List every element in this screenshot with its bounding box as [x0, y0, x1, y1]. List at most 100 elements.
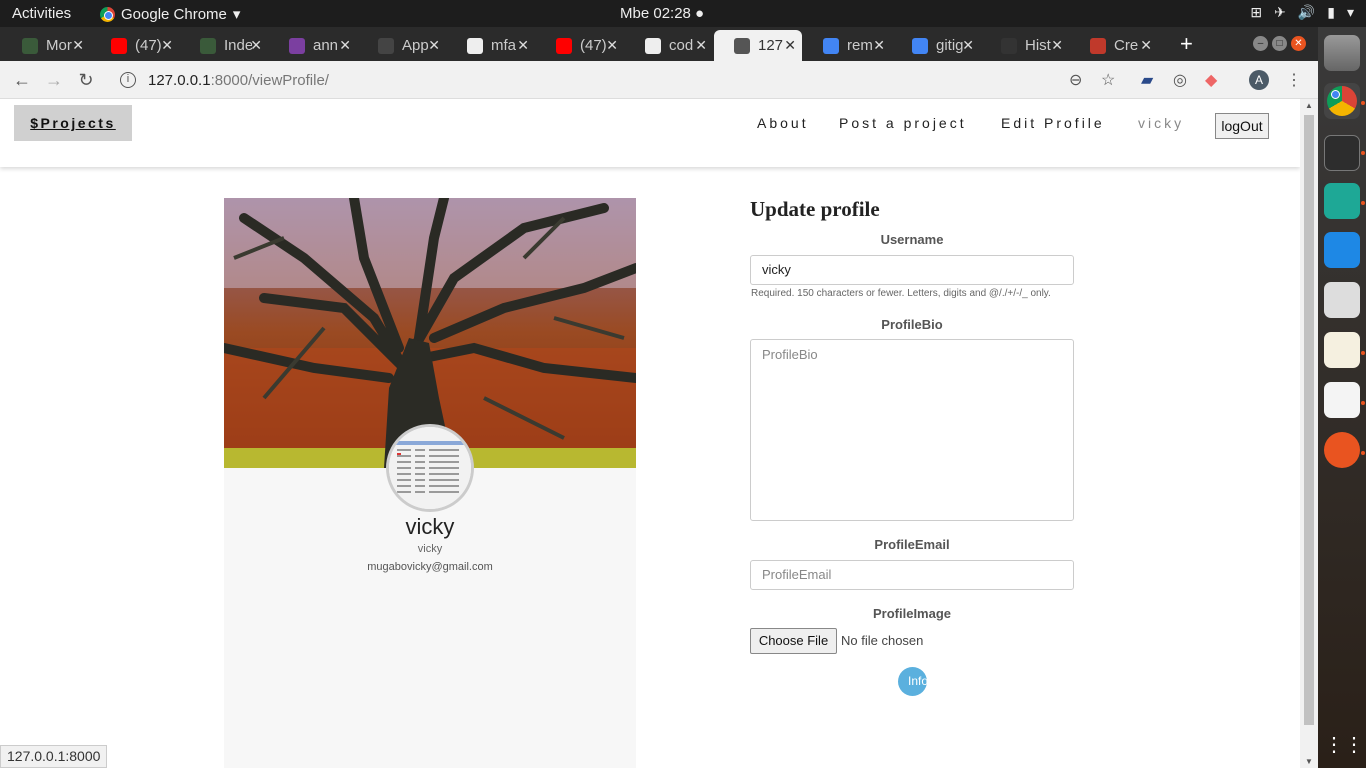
vscode-icon[interactable] — [1324, 232, 1360, 268]
document-viewer-icon[interactable] — [1324, 382, 1360, 418]
favicon-icon — [1090, 37, 1106, 54]
favicon-icon — [734, 37, 750, 54]
tab-title: ann — [313, 37, 339, 54]
browser-tab[interactable]: App ✕ — [358, 30, 446, 61]
system-tray[interactable]: ⊞ ✈ 🔊 ▮ ▾ — [1250, 4, 1354, 21]
browser-tab[interactable]: Mor ✕ — [2, 30, 90, 61]
close-tab-icon[interactable]: ✕ — [962, 37, 974, 54]
close-tab-icon[interactable]: ✕ — [339, 37, 351, 54]
scrollbar-thumb[interactable] — [1304, 115, 1314, 725]
close-tab-icon[interactable]: ✕ — [873, 37, 885, 54]
browser-tab[interactable]: Cre ✕ — [1070, 30, 1158, 61]
tab-title: (47) — [580, 37, 607, 54]
close-tab-icon[interactable]: ✕ — [695, 37, 707, 54]
extension-icon[interactable]: ◎ — [1173, 70, 1187, 90]
browser-tab[interactable]: 127 ✕ — [714, 30, 802, 61]
menu-icon[interactable]: ⋮ — [1286, 70, 1302, 90]
running-indicator — [1361, 101, 1365, 105]
username-label: Username — [880, 232, 944, 247]
logout-button[interactable]: logOut — [1215, 113, 1269, 139]
activities-button[interactable]: Activities — [12, 5, 71, 22]
close-tab-icon[interactable]: ✕ — [72, 37, 84, 54]
running-indicator — [1361, 151, 1365, 155]
tab-title: App — [402, 37, 429, 54]
extension-icon[interactable]: ▰ — [1141, 70, 1153, 90]
minimize-button[interactable]: – — [1253, 36, 1268, 51]
scroll-up-icon[interactable]: ▲ — [1305, 101, 1313, 110]
bio-textarea[interactable]: ProfileBio — [750, 339, 1074, 521]
browser-tab[interactable]: cod ✕ — [625, 30, 713, 61]
close-tab-icon[interactable]: ✕ — [517, 37, 529, 54]
profile-avatar[interactable]: A — [1249, 70, 1269, 90]
username-help-text: Required. 150 characters or fewer. Lette… — [751, 288, 1051, 299]
text-editor-icon[interactable] — [1324, 332, 1360, 368]
browser-tab[interactable]: rem ✕ — [803, 30, 891, 61]
nav-edit-profile[interactable]: Edit Profile — [1001, 115, 1105, 131]
submit-button[interactable]: Info — [898, 667, 927, 696]
system-top-bar: Activities Google Chrome ▾ Mbe 02:28 ● ⊞… — [0, 0, 1366, 27]
profile-username: vicky — [417, 543, 443, 555]
files-icon[interactable] — [1324, 35, 1360, 71]
profile-card: vicky vicky mugabovicky@gmail.com — [224, 198, 636, 768]
browser-tab[interactable]: Hist ✕ — [981, 30, 1069, 61]
close-tab-icon[interactable]: ✕ — [1051, 37, 1063, 54]
choose-file-button[interactable]: Choose File — [750, 628, 837, 654]
page-scrollbar[interactable]: ▲ ▼ — [1300, 99, 1318, 768]
nav-username[interactable]: vicky — [1138, 115, 1184, 131]
email-field[interactable]: ProfileEmail — [750, 560, 1074, 590]
close-window-button[interactable]: ✕ — [1291, 36, 1306, 51]
zoom-icon[interactable]: ⊖ — [1069, 70, 1082, 90]
airplane-icon: ✈ — [1274, 4, 1286, 20]
terminal-icon[interactable] — [1324, 135, 1360, 171]
browser-tab[interactable]: mfa ✕ — [447, 30, 535, 61]
volume-icon: 🔊 — [1297, 4, 1316, 20]
chrome-logo — [1327, 86, 1357, 116]
address-bar[interactable]: i 127.0.0.1:8000/viewProfile/ — [110, 65, 1110, 95]
nav-about[interactable]: About — [757, 115, 809, 131]
maximize-button[interactable]: □ — [1272, 36, 1287, 51]
username-field[interactable]: vicky — [750, 255, 1074, 285]
running-indicator — [1361, 351, 1365, 355]
running-indicator — [1361, 201, 1365, 205]
favicon-icon — [912, 37, 928, 54]
star-icon[interactable]: ☆ — [1101, 70, 1115, 90]
new-tab-button[interactable]: + — [1180, 31, 1193, 57]
close-tab-icon[interactable]: ✕ — [606, 37, 618, 54]
tab-title: gitig — [936, 37, 964, 54]
tab-title: (47) — [135, 37, 162, 54]
close-tab-icon[interactable]: ✕ — [250, 37, 262, 54]
tab-title: Cre — [1114, 37, 1139, 54]
browser-tab[interactable]: (47) ✕ — [536, 30, 624, 61]
running-indicator — [1361, 401, 1365, 405]
postman-icon[interactable] — [1324, 432, 1360, 468]
battery-icon: ▮ — [1327, 4, 1335, 20]
scroll-down-icon[interactable]: ▼ — [1305, 757, 1313, 766]
browser-toolbar: ← → ↻ i 127.0.0.1:8000/viewProfile/ ⊖ ☆ … — [0, 61, 1318, 99]
reload-icon[interactable]: ↻ — [74, 68, 98, 92]
page-viewport: $Projects About Post a project Edit Prof… — [0, 99, 1300, 768]
close-tab-icon[interactable]: ✕ — [428, 37, 440, 54]
close-tab-icon[interactable]: ✕ — [1140, 37, 1152, 54]
show-applications-icon[interactable]: ⋮⋮ — [1324, 727, 1364, 763]
rhythmbox-icon[interactable] — [1324, 282, 1360, 318]
forward-icon[interactable]: → — [42, 68, 66, 92]
url-path: :8000/viewProfile/ — [210, 71, 329, 89]
chrome-icon[interactable] — [1324, 83, 1360, 119]
browser-tab[interactable]: Inde ✕ — [180, 30, 268, 61]
app-menu[interactable]: Google Chrome ▾ — [100, 5, 240, 23]
back-icon[interactable]: ← — [10, 68, 34, 92]
browser-tab[interactable]: (47) ✕ — [91, 30, 179, 61]
extension-icon[interactable]: ◆ — [1205, 70, 1217, 90]
close-tab-icon[interactable]: ✕ — [161, 37, 173, 54]
tab-title: Hist — [1025, 37, 1051, 54]
brand-link[interactable]: $Projects — [14, 105, 132, 141]
browser-tab[interactable]: gitig ✕ — [892, 30, 980, 61]
tab-title: rem — [847, 37, 873, 54]
close-tab-icon[interactable]: ✕ — [784, 37, 796, 54]
nav-post-project[interactable]: Post a project — [839, 115, 967, 131]
info-icon[interactable]: i — [120, 72, 136, 88]
running-indicator — [1361, 451, 1365, 455]
clock[interactable]: Mbe 02:28 ● — [620, 5, 704, 22]
vscode-insiders-icon[interactable] — [1324, 183, 1360, 219]
browser-tab[interactable]: ann ✕ — [269, 30, 357, 61]
